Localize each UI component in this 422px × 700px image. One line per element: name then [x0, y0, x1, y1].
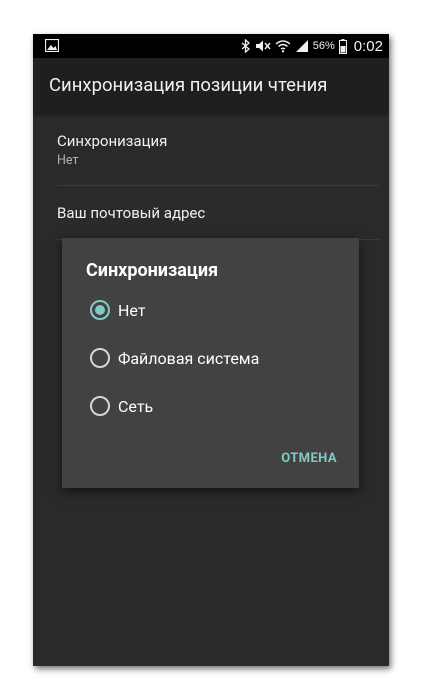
sync-dialog: Синхронизация Нет Файловая система Сеть …: [62, 238, 359, 488]
radio-unchecked-icon[interactable]: [90, 348, 110, 368]
option-label: Нет: [118, 300, 146, 320]
radio-unchecked-icon[interactable]: [90, 396, 110, 416]
radio-checked-icon[interactable]: [90, 300, 110, 320]
option-file-system[interactable]: Файловая система: [90, 346, 259, 370]
option-network[interactable]: Сеть: [90, 394, 153, 418]
phone-screen: 56% 0:02 Синхронизация позиции чтения Си…: [33, 34, 389, 666]
cancel-button[interactable]: ОТМЕНА: [281, 451, 337, 466]
option-none[interactable]: Нет: [90, 298, 146, 322]
option-label: Сеть: [118, 396, 154, 416]
dialog-title: Синхронизация: [86, 260, 219, 281]
option-label: Файловая система: [118, 348, 260, 368]
